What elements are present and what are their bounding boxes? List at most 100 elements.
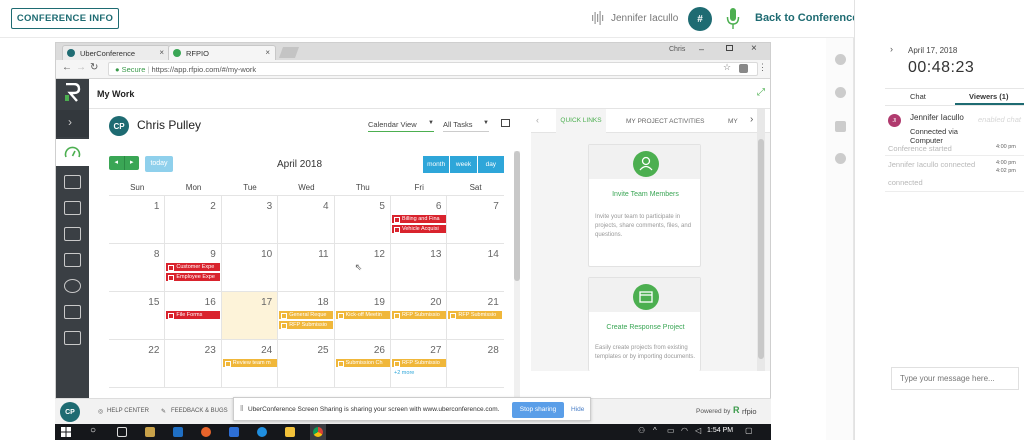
day-cell[interactable]: 14 bbox=[447, 244, 504, 292]
day-cell[interactable]: 13 bbox=[391, 244, 448, 292]
windows-start-icon[interactable] bbox=[61, 427, 71, 437]
day-cell[interactable]: 18 General Reque RFP Submissio bbox=[278, 292, 335, 340]
day-cell[interactable]: 23 bbox=[165, 340, 222, 388]
calendar-event[interactable]: RFP Submissio bbox=[279, 321, 334, 329]
nav-library-icon[interactable] bbox=[64, 331, 81, 345]
day-cell[interactable]: 3 bbox=[221, 196, 279, 244]
task-view-icon[interactable] bbox=[117, 427, 127, 437]
day-cell[interactable]: 10 bbox=[221, 244, 279, 292]
day-cell[interactable]: 2 bbox=[165, 196, 222, 244]
wifi-icon[interactable]: ◠ bbox=[681, 426, 688, 435]
calendar-event[interactable]: RFP Submissio bbox=[392, 311, 446, 319]
help-center-link[interactable]: HELP CENTER bbox=[107, 408, 149, 414]
day-cell[interactable]: 25 bbox=[278, 340, 335, 388]
calendar-event[interactable]: Kick-off Meetin bbox=[335, 311, 390, 319]
tab-project-activities[interactable]: MY PROJECT ACTIVITIES bbox=[626, 118, 705, 125]
day-cell[interactable]: 24 Review team m bbox=[221, 340, 279, 388]
day-cell[interactable]: 11 bbox=[278, 244, 335, 292]
expand-sidebar-button[interactable]: › bbox=[56, 110, 89, 137]
close-window-icon[interactable]: × bbox=[751, 43, 757, 54]
day-cell[interactable]: 21 RFP Submissio bbox=[447, 292, 504, 340]
close-tab-icon[interactable]: × bbox=[159, 48, 164, 57]
calendar-event[interactable]: Submission Ch bbox=[335, 359, 390, 367]
message-input[interactable] bbox=[891, 367, 1019, 390]
tab-uberconference[interactable]: UberConference × bbox=[62, 45, 170, 60]
calendar-event[interactable]: File Forms bbox=[166, 311, 221, 319]
calendar-event[interactable]: RFP Submissio bbox=[448, 311, 503, 319]
calendar-event[interactable]: Review team m bbox=[222, 359, 277, 367]
chat-icon[interactable] bbox=[835, 121, 846, 132]
person-icon[interactable] bbox=[835, 87, 846, 98]
day-cell[interactable]: 16 File Forms bbox=[165, 292, 222, 340]
tab-quick-links[interactable]: QUICK LINKS bbox=[556, 109, 606, 133]
maximize-icon[interactable] bbox=[726, 45, 733, 51]
day-cell[interactable]: 15 bbox=[109, 292, 166, 340]
calendar-event[interactable]: Billing and Fina bbox=[392, 215, 446, 223]
prev-month-button[interactable]: ◂ bbox=[109, 156, 125, 170]
close-tab-icon[interactable]: × bbox=[265, 48, 270, 57]
month-view-button[interactable]: month bbox=[423, 156, 451, 173]
search-icon[interactable]: ○ bbox=[90, 425, 96, 436]
day-cell[interactable]: 9 Customer Expe Employee Expe bbox=[165, 244, 222, 292]
store-icon[interactable] bbox=[145, 427, 155, 437]
nav-projects-icon[interactable] bbox=[64, 175, 81, 189]
profile-label[interactable]: Chris bbox=[669, 46, 685, 53]
tab-rfpio[interactable]: RFPIO × bbox=[168, 45, 276, 60]
conference-info-button[interactable]: CONFERENCE INFO bbox=[11, 8, 119, 29]
day-cell[interactable]: 5 bbox=[334, 196, 391, 244]
scrollbar-thumb[interactable] bbox=[514, 151, 520, 281]
day-view-button[interactable]: day bbox=[477, 156, 504, 173]
day-cell[interactable]: 26 Submission Ch bbox=[334, 340, 391, 388]
tab-chat[interactable]: Chat bbox=[910, 92, 926, 101]
day-cell[interactable]: 6 Billing and Fina Vehicle Acquisi bbox=[391, 196, 448, 244]
nav-import-icon[interactable] bbox=[64, 201, 81, 215]
minimize-icon[interactable]: – bbox=[699, 44, 704, 54]
reload-icon[interactable]: ↻ bbox=[90, 62, 98, 73]
quick-links-scrollbar[interactable] bbox=[757, 109, 765, 371]
footer-avatar[interactable]: CP bbox=[60, 402, 80, 422]
create-project-card[interactable]: Create Response Project Easily create pr… bbox=[588, 277, 701, 371]
edge-icon[interactable] bbox=[257, 427, 267, 437]
view-select[interactable]: Calendar View ▼ bbox=[368, 120, 434, 132]
task-select[interactable]: All Tasks ▼ bbox=[443, 120, 489, 132]
nav-documents-icon[interactable] bbox=[64, 253, 81, 267]
day-cell[interactable]: 28 bbox=[447, 340, 504, 388]
person-tray-icon[interactable]: ⚇ bbox=[638, 426, 645, 435]
folder-icon[interactable] bbox=[64, 305, 81, 319]
tab-viewers[interactable]: Viewers (1) bbox=[969, 92, 1008, 101]
nav-export-icon[interactable] bbox=[64, 227, 81, 241]
lightbulb-icon[interactable] bbox=[64, 279, 81, 293]
clock-label[interactable]: 1:54 PM bbox=[707, 427, 733, 434]
volume-icon[interactable]: ◁ bbox=[695, 426, 701, 435]
notification-icon[interactable]: ▢ bbox=[745, 426, 753, 435]
export-icon[interactable] bbox=[501, 119, 510, 127]
dialpad-button[interactable]: # bbox=[688, 7, 712, 31]
menu-icon[interactable]: ⋮ bbox=[758, 62, 767, 73]
day-cell[interactable]: 22 bbox=[109, 340, 166, 388]
clock-icon[interactable] bbox=[835, 54, 846, 65]
day-cell[interactable]: 19 Kick-off Meetin bbox=[334, 292, 391, 340]
calendar-event[interactable]: Employee Expe bbox=[166, 273, 221, 281]
calendar-scrollbar[interactable] bbox=[514, 151, 520, 401]
today-button[interactable]: today bbox=[145, 156, 173, 172]
day-cell[interactable]: 20 RFP Submissio bbox=[391, 292, 448, 340]
chrome-taskbar-item[interactable] bbox=[310, 424, 326, 440]
day-cell[interactable]: 8 bbox=[109, 244, 166, 292]
back-to-conference-link[interactable]: Back to Conference bbox=[755, 12, 858, 24]
week-view-button[interactable]: week bbox=[450, 156, 478, 173]
chevron-right-icon[interactable]: › bbox=[890, 44, 893, 54]
today-cell[interactable]: 17 bbox=[221, 292, 279, 340]
new-tab-button[interactable] bbox=[278, 47, 300, 58]
microphone-icon[interactable] bbox=[726, 8, 740, 30]
nav-mywork[interactable] bbox=[56, 139, 89, 166]
day-cell[interactable]: 27 RFP Submissio +2 more bbox=[391, 340, 448, 388]
firefox-icon[interactable] bbox=[201, 427, 211, 437]
calendar-event[interactable]: Vehicle Acquisi bbox=[392, 225, 446, 233]
tab-my-more[interactable]: MY bbox=[728, 118, 738, 125]
day-cell[interactable]: 4 bbox=[278, 196, 335, 244]
url-field[interactable]: ● Secure | https://app.rfpio.com/#/my-wo… bbox=[108, 62, 758, 76]
chevron-up-icon[interactable]: ^ bbox=[653, 426, 657, 435]
more-events-link[interactable]: +2 more bbox=[394, 370, 414, 376]
stop-sharing-button[interactable]: Stop sharing bbox=[512, 402, 564, 418]
day-cell[interactable]: 1 bbox=[109, 196, 166, 244]
